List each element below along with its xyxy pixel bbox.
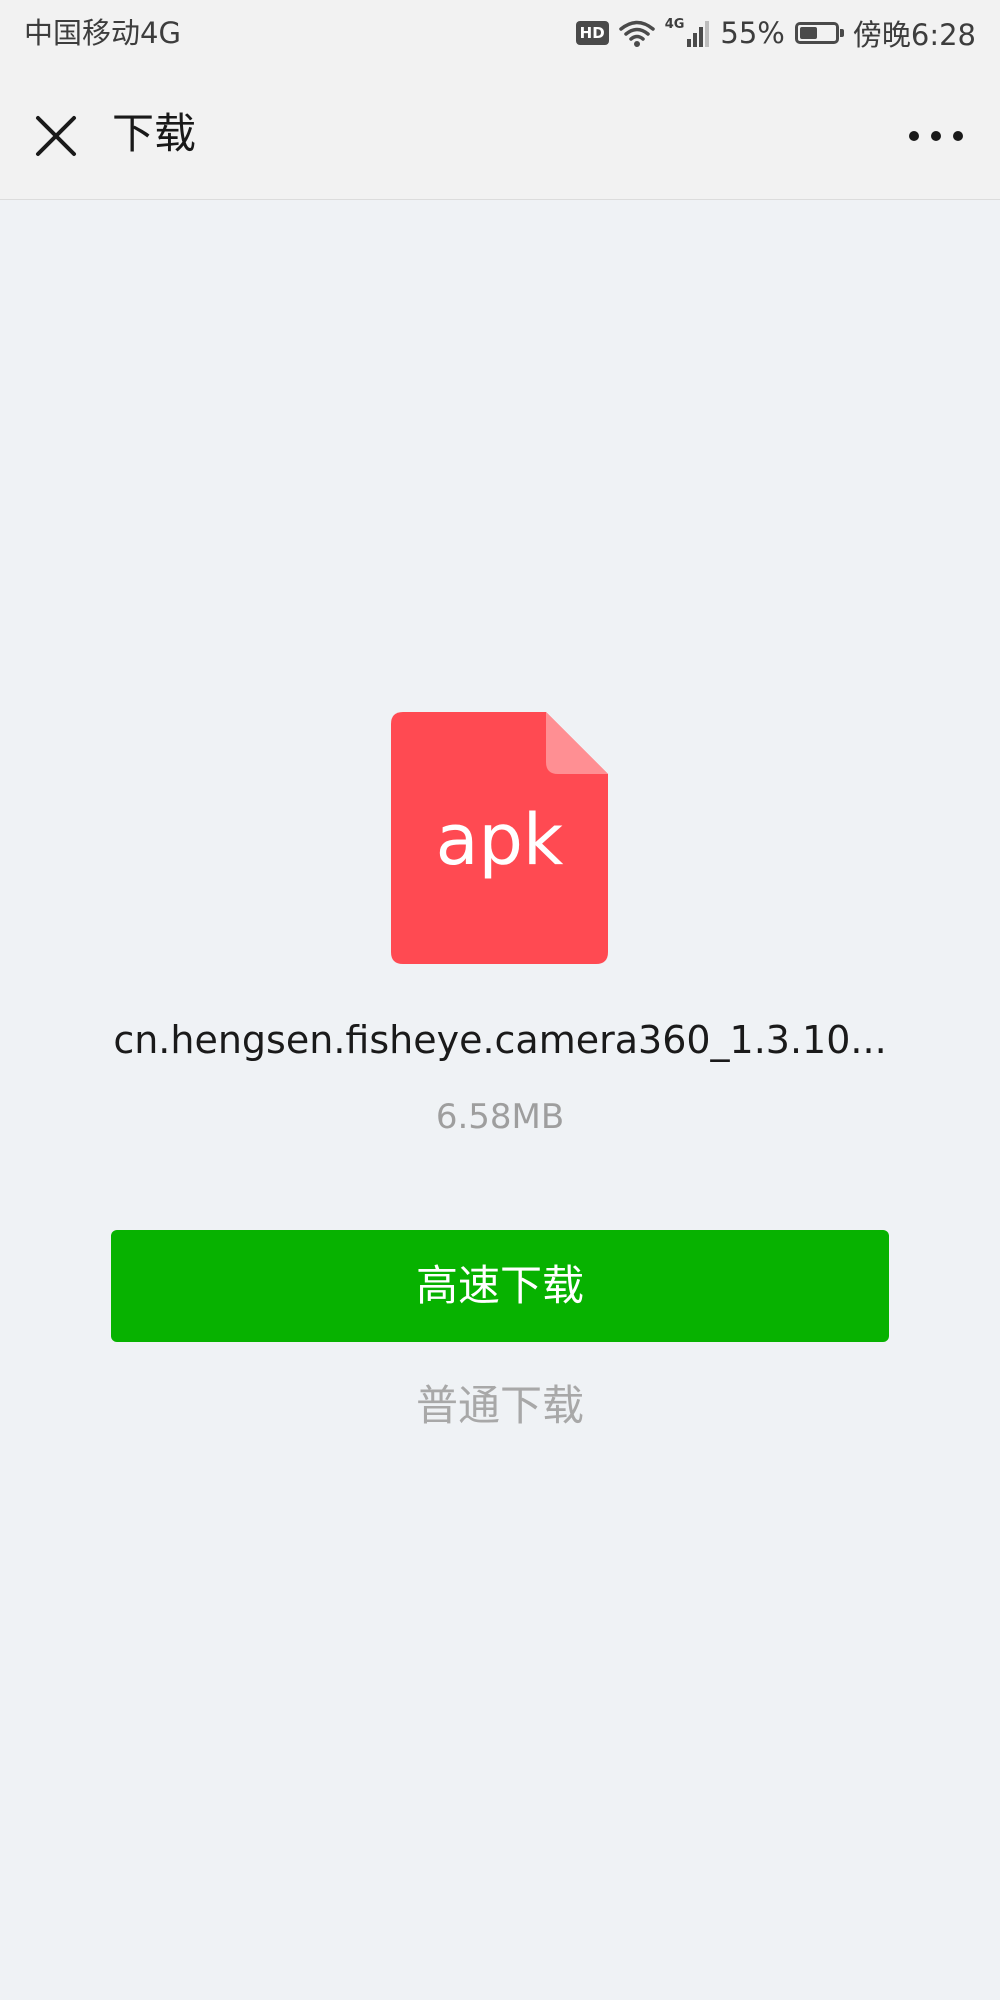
battery-level-fill (799, 27, 818, 39)
carrier-label: 中国移动4G (24, 16, 181, 50)
wifi-icon (618, 20, 655, 47)
close-button[interactable] (24, 104, 88, 168)
hd-icon: HD (575, 21, 609, 45)
file-name: cn.hengsen.fisheye.camera360_1.3.10... (113, 1018, 887, 1062)
status-bar: 中国移动4G HD 4G 55% 傍晚6:28 (0, 0, 1000, 66)
high-speed-download-button[interactable]: 高速下载 (111, 1230, 889, 1342)
status-indicators: HD 4G 55% 傍晚6:28 (575, 14, 976, 52)
network-type-label: 4G (664, 16, 685, 32)
time-label: 傍晚6:28 (852, 18, 976, 52)
navigation-bar: 下载 (0, 66, 1000, 200)
close-icon (36, 116, 76, 156)
page-title: 下载 (112, 109, 197, 158)
battery-percent-label: 55% (720, 16, 785, 50)
more-horizontal-icon (909, 131, 963, 141)
battery-icon (794, 22, 844, 44)
more-options-button[interactable] (896, 104, 976, 168)
file-size: 6.58MB (435, 1097, 565, 1137)
file-extension-label: apk (435, 799, 564, 881)
normal-download-link[interactable]: 普通下载 (0, 1375, 1000, 1437)
signal-icon (687, 21, 710, 47)
